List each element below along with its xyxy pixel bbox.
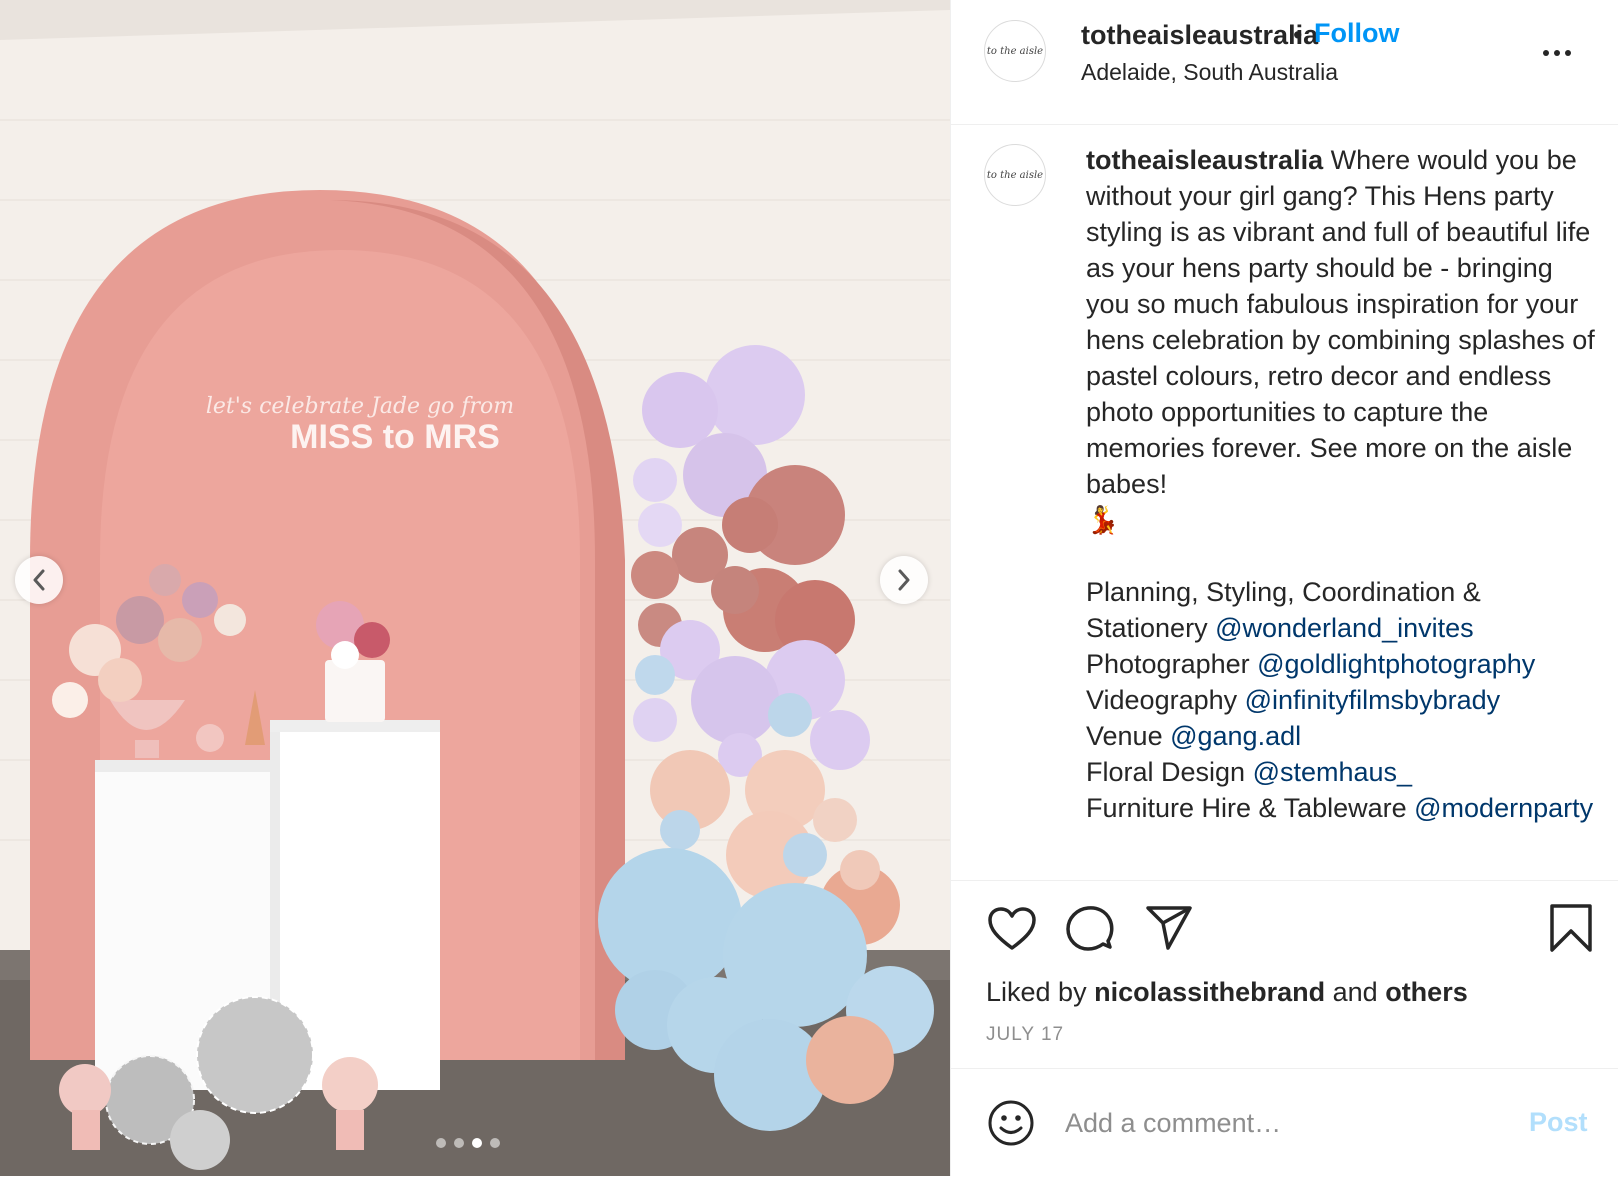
post-sidebar: to the aisle totheaisleaustralia • Follo… (950, 0, 1618, 1176)
post-comment-button[interactable]: Post (1529, 1107, 1588, 1138)
caption-text: Where would you be without your girl gan… (1086, 145, 1595, 499)
carousel-next-button[interactable] (880, 556, 928, 604)
heart-icon[interactable] (987, 906, 1037, 952)
post-header: to the aisle totheaisleaustralia • Follo… (951, 0, 1618, 125)
caption-avatar[interactable]: to the aisle (984, 144, 1046, 206)
credit-label: Floral Design (1086, 757, 1253, 787)
credit-handle-link[interactable]: @goldlightphotography (1257, 649, 1535, 679)
credit-handle-link[interactable]: @stemhaus_ (1253, 757, 1412, 787)
more-options-icon[interactable] (1543, 50, 1571, 56)
carousel-dot-active (472, 1138, 482, 1148)
emoji-icon[interactable] (987, 1099, 1035, 1147)
comment-icon[interactable] (1064, 905, 1114, 953)
caption-username[interactable]: totheaisleaustralia (1086, 145, 1323, 175)
credit-handle-link[interactable]: @modernparty (1414, 793, 1593, 823)
avatar[interactable]: to the aisle (984, 20, 1046, 82)
follow-button[interactable]: Follow (1314, 18, 1399, 49)
sign-script-text: let's celebrate Jade go from (206, 394, 514, 419)
share-icon[interactable] (1144, 905, 1194, 951)
header-separator: • (1293, 20, 1303, 50)
comment-bar: Post (951, 1068, 1618, 1177)
chevron-right-icon (898, 569, 910, 591)
likes-summary: Liked by nicolassithebrand and others (986, 977, 1468, 1008)
carousel-prev-button[interactable] (15, 556, 63, 604)
post-date[interactable]: JULY 17 (986, 1024, 1064, 1046)
caption-emoji: 💃 (1086, 505, 1120, 535)
photo-illustration: let's celebrate Jade go from MISS to MRS (0, 0, 950, 1176)
credit-label: Videography (1086, 685, 1245, 715)
comment-input[interactable] (1063, 1107, 1487, 1140)
credit-label: Furniture Hire & Tableware (1086, 793, 1415, 823)
credit-handle-link[interactable]: @wonderland_invites (1215, 613, 1474, 643)
post-photo[interactable]: let's celebrate Jade go from MISS to MRS (0, 0, 950, 1176)
carousel-dot (490, 1138, 500, 1148)
credit-label: Venue (1086, 721, 1171, 751)
chevron-left-icon (33, 569, 45, 591)
credit-label: Photographer (1086, 649, 1258, 679)
likes-prefix: Liked by (986, 977, 1095, 1007)
carousel-dot (454, 1138, 464, 1148)
location-link[interactable]: Adelaide, South Australia (1081, 59, 1338, 86)
caption: totheaisleaustralia Where would you be w… (1086, 142, 1596, 826)
post-actions: Liked by nicolassithebrand and others JU… (951, 880, 1618, 1076)
avatar-logo-text: to the aisle (986, 169, 1044, 181)
likes-others-link[interactable]: others (1385, 977, 1468, 1007)
sign-main-text: MISS to MRS (290, 418, 500, 456)
likes-middle: and (1325, 977, 1386, 1007)
liked-by-user[interactable]: nicolassithebrand (1094, 977, 1325, 1007)
avatar-logo-text: to the aisle (986, 45, 1044, 57)
credit-handle-link[interactable]: @gang.adl (1170, 721, 1301, 751)
carousel-dot (436, 1138, 446, 1148)
bookmark-icon[interactable] (1549, 903, 1593, 953)
credit-handle-link[interactable]: @infinityfilmsbybrady (1245, 685, 1501, 715)
carousel-indicator (436, 1138, 500, 1148)
header-username[interactable]: totheaisleaustralia (1081, 20, 1318, 51)
